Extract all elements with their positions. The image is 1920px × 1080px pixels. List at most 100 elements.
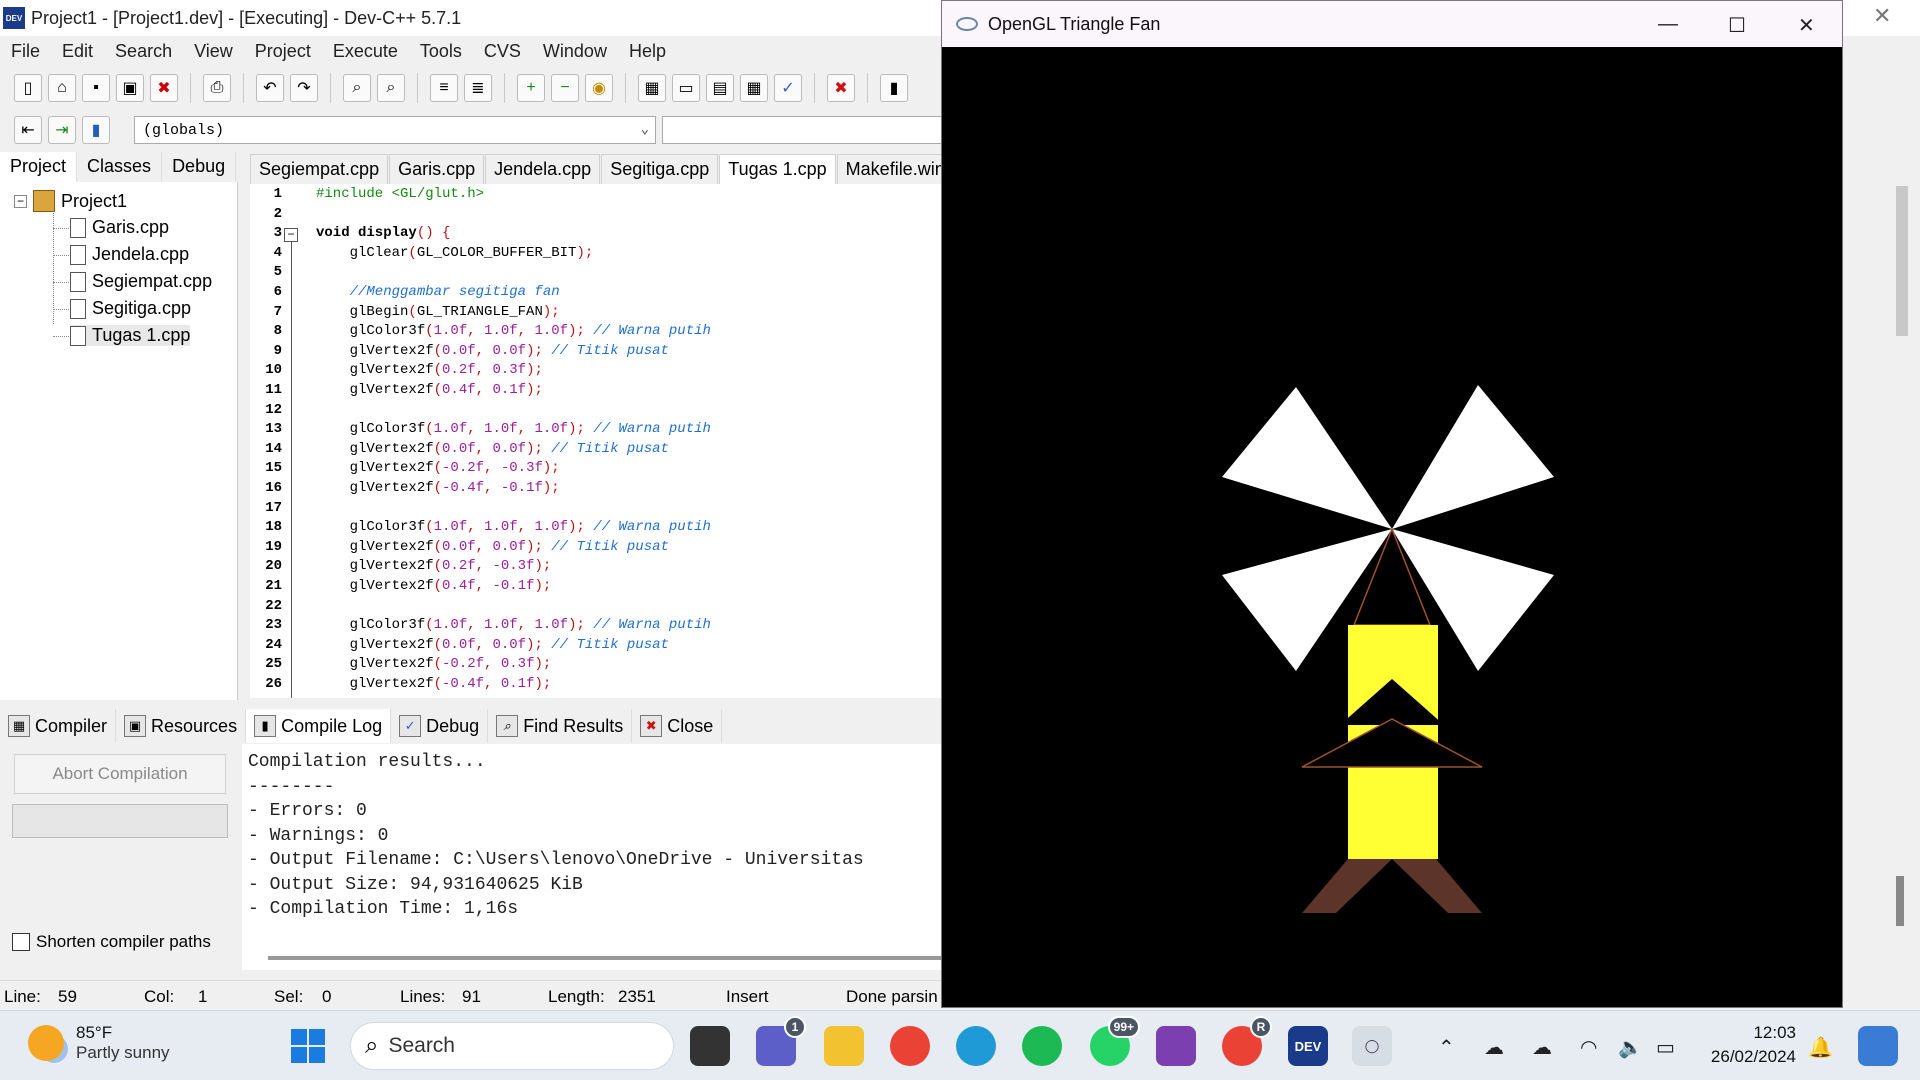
ide-close-icon[interactable]: ✕	[1873, 3, 1891, 29]
indent-icon[interactable]: ≡	[430, 74, 458, 102]
menu-edit[interactable]: Edit	[51, 41, 104, 62]
tab-compile-log[interactable]: ▮ Compile Log	[246, 709, 392, 743]
wifi-icon[interactable]: ◠	[1580, 1035, 1597, 1060]
maximize-icon[interactable]: ☐	[1728, 13, 1746, 38]
tab-project[interactable]: Project	[0, 152, 78, 182]
tree-root-project[interactable]: − Project1	[14, 190, 127, 212]
tab-resources[interactable]: ▣ Resources	[116, 709, 247, 743]
chrome-profile-icon[interactable]: R	[1222, 1016, 1272, 1066]
code-editor[interactable]: 1 #include <GL/glut.h> 2 3 void display() {4…	[250, 184, 962, 698]
remove-from-project-icon[interactable]: −	[551, 74, 579, 102]
open-file-icon[interactable]: ⌂	[48, 74, 76, 102]
onedrive-error-icon[interactable]: ☁	[1484, 1035, 1504, 1060]
ide-scrollbar-right-lower[interactable]	[1896, 876, 1904, 926]
notification-bell-icon[interactable]: 🔔	[1808, 1035, 1833, 1060]
project-options-icon[interactable]: ◉	[585, 74, 613, 102]
add-to-project-icon[interactable]: +	[517, 74, 545, 102]
goto-declaration-icon[interactable]: ⇤	[14, 116, 42, 144]
code-token: (	[433, 382, 443, 398]
fold-icon[interactable]: −	[284, 228, 298, 242]
weather-widget[interactable]: 85°F Partly sunny	[28, 1023, 170, 1063]
menu-file[interactable]: File	[0, 41, 51, 62]
task-view-icon[interactable]	[690, 1026, 730, 1066]
syntax-check-icon[interactable]: ✓	[774, 74, 802, 102]
winrar-icon[interactable]	[1156, 1026, 1196, 1066]
find-icon[interactable]: ⌕	[343, 74, 371, 102]
tree-file-item-selected[interactable]: Tugas 1.cpp	[70, 325, 191, 346]
minimize-icon[interactable]: —	[1658, 13, 1678, 36]
devcpp-taskbar-icon[interactable]: DEV	[1288, 1026, 1328, 1066]
copilot-icon[interactable]	[1858, 1026, 1898, 1066]
menu-search[interactable]: Search	[104, 41, 183, 62]
tree-file-item[interactable]: Garis.cpp	[70, 217, 169, 238]
onedrive-icon[interactable]: ☁	[1532, 1035, 1552, 1060]
goto-definition-icon[interactable]: ⇥	[48, 116, 76, 144]
stop-execution-icon[interactable]: ✖	[827, 74, 855, 102]
save-all-icon[interactable]: ▣	[116, 74, 144, 102]
start-button[interactable]	[288, 1026, 328, 1066]
shorten-paths-checkbox[interactable]	[12, 933, 30, 951]
whatsapp-icon[interactable]: 99+	[1090, 1016, 1140, 1066]
unindent-icon[interactable]: ≣	[464, 74, 492, 102]
tab-debug[interactable]: Debug	[162, 152, 237, 182]
editor-tab[interactable]: Makefile.win	[836, 154, 954, 184]
shorten-paths-option[interactable]: Shorten compiler paths	[12, 932, 211, 952]
scope-select[interactable]: (globals) ⌄	[134, 116, 656, 144]
abort-compilation-button[interactable]: Abort Compilation	[14, 754, 226, 794]
compile-log[interactable]: Compilation results... -------- - Errors: …	[242, 744, 960, 970]
menu-project[interactable]: Project	[244, 41, 322, 62]
close-icon[interactable]: ✕	[1798, 13, 1815, 38]
editor-tab[interactable]: Garis.cpp	[389, 154, 485, 184]
tree-file-item[interactable]: Segiempat.cpp	[70, 271, 212, 292]
profile-chart-icon[interactable]: ▮	[880, 74, 908, 102]
tree-file-item[interactable]: Segitiga.cpp	[70, 298, 191, 319]
opengl-title-bar[interactable]: OpenGL Triangle Fan — ☐ ✕	[942, 1, 1842, 47]
print-icon[interactable]: ⎙	[203, 74, 231, 102]
tab-compiler[interactable]: ▦ Compiler	[0, 709, 117, 743]
toolbar-divider	[417, 73, 418, 103]
new-file-icon[interactable]: ▯	[14, 74, 42, 102]
taskbar-search[interactable]: ⌕ Search	[350, 1022, 674, 1070]
volume-icon[interactable]: 🔈	[1618, 1035, 1643, 1060]
teams-icon[interactable]: 1	[756, 1016, 806, 1066]
menu-cvs[interactable]: CVS	[473, 41, 532, 62]
menu-window[interactable]: Window	[532, 41, 618, 62]
replace-icon[interactable]: ⌕	[377, 74, 405, 102]
edge-icon[interactable]	[956, 1026, 996, 1066]
horizontal-scrollbar[interactable]	[268, 956, 960, 960]
member-select[interactable]	[662, 116, 942, 144]
tray-chevron-up-icon[interactable]: ⌃	[1438, 1035, 1455, 1060]
compile-run-icon[interactable]: ▤	[706, 74, 734, 102]
ide-scrollbar-right[interactable]	[1896, 186, 1908, 336]
opengl-window[interactable]: OpenGL Triangle Fan — ☐ ✕	[941, 0, 1843, 1008]
code-token: ,	[475, 440, 493, 457]
bookmark-icon[interactable]: ▮	[82, 116, 110, 144]
undo-icon[interactable]: ↶	[256, 74, 284, 102]
run-icon[interactable]: ▭	[672, 74, 700, 102]
menu-view[interactable]: View	[183, 41, 244, 62]
editor-tab-active[interactable]: Tugas 1.cpp	[719, 154, 836, 184]
collapse-icon[interactable]: −	[14, 194, 27, 208]
save-icon[interactable]: ▪	[82, 74, 110, 102]
editor-tab[interactable]: Segitiga.cpp	[601, 154, 719, 184]
opengl-taskbar-icon[interactable]: ◯	[1352, 1026, 1392, 1066]
chrome-icon[interactable]	[890, 1026, 930, 1066]
tree-file-item[interactable]: Jendela.cpp	[70, 244, 189, 265]
menu-help[interactable]: Help	[618, 41, 677, 62]
spotify-icon[interactable]	[1022, 1026, 1062, 1066]
tab-classes[interactable]: Classes	[77, 152, 163, 182]
file-explorer-icon[interactable]	[824, 1026, 864, 1066]
tab-debug-bottom[interactable]: ✓ Debug	[391, 709, 489, 743]
redo-icon[interactable]: ↷	[290, 74, 318, 102]
close-file-icon[interactable]: ✖	[150, 74, 178, 102]
compile-icon[interactable]: ▦	[638, 74, 666, 102]
battery-icon[interactable]: ▭	[1656, 1035, 1675, 1060]
rebuild-all-icon[interactable]: ▦	[740, 74, 768, 102]
clock[interactable]: 12:03 26/02/2024	[1700, 1021, 1796, 1069]
menu-execute[interactable]: Execute	[322, 41, 409, 62]
editor-tab[interactable]: Segiempat.cpp	[250, 154, 389, 184]
editor-tab[interactable]: Jendela.cpp	[485, 154, 601, 184]
menu-tools[interactable]: Tools	[409, 41, 473, 62]
tab-close[interactable]: ✖ Close	[632, 709, 723, 743]
tab-find-results[interactable]: ⌕ Find Results	[488, 709, 633, 743]
